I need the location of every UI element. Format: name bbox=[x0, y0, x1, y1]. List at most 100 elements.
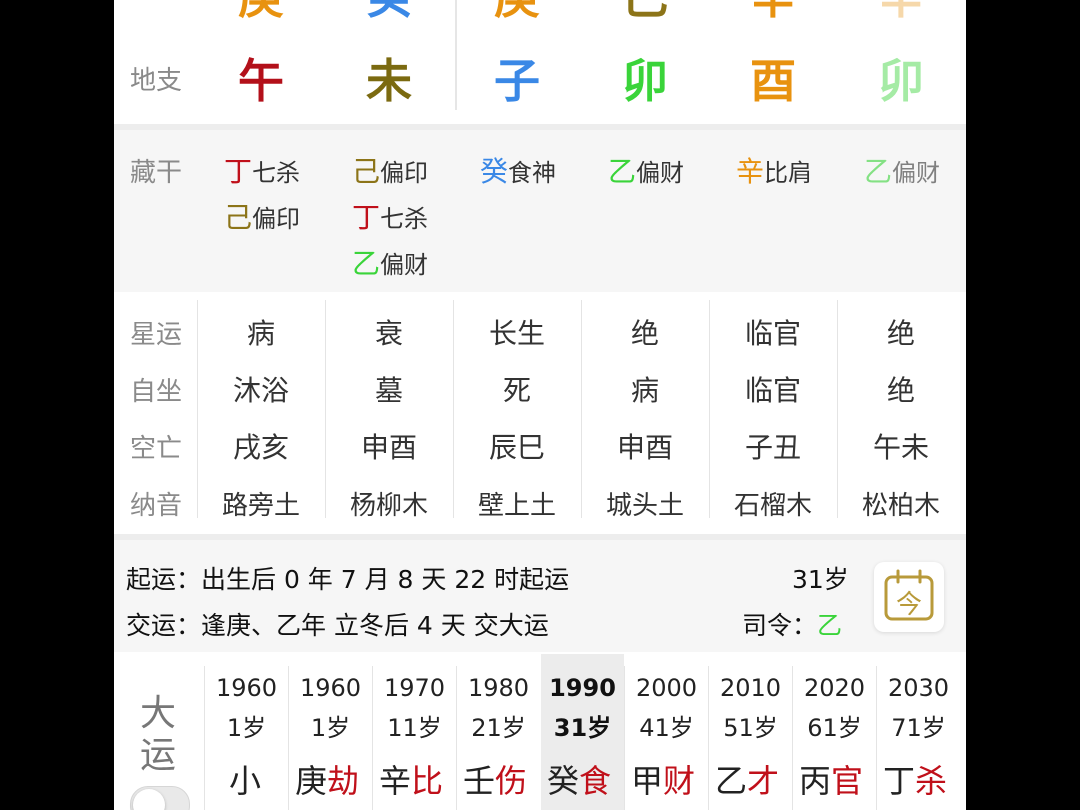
zizuo-cell: 沐浴 bbox=[232, 374, 289, 407]
dayun-age: 31岁 bbox=[553, 714, 612, 742]
dizhi-section: 庚 癸 庚 己 辛 辛 地支 午 未 子 卯 酉 卯 bbox=[114, 0, 966, 128]
bazi-panel: 庚 癸 庚 己 辛 辛 地支 午 未 子 卯 酉 卯 藏干 丁七杀 己偏印 己偏… bbox=[114, 0, 966, 810]
xingyun-cell: 绝 bbox=[886, 317, 915, 350]
dayun-section: 大 运 1960 1岁 小 1960 1岁 庚劫 1970 11岁 辛比 198… bbox=[114, 654, 966, 810]
xingyun-cell: 衰 bbox=[374, 317, 403, 350]
siling-label: 司令：乙 bbox=[742, 611, 843, 640]
dayun-column[interactable]: 1970 11岁 辛比 bbox=[373, 654, 456, 810]
zizuo-cell: 病 bbox=[630, 374, 659, 407]
month-stem: 癸 bbox=[325, 0, 453, 20]
dayun-year: 2000 bbox=[635, 674, 698, 702]
kongwang-cell: 戌亥 bbox=[232, 431, 289, 464]
dayun-column-selected[interactable]: 1990 31岁 癸食 bbox=[541, 654, 624, 810]
dayun-column[interactable]: 2020 61岁 丙官 bbox=[793, 654, 876, 810]
day-branch: 子 bbox=[494, 54, 540, 108]
kongwang-cell: 辰巳 bbox=[488, 431, 545, 464]
dayun-column[interactable]: 2000 41岁 甲财 bbox=[625, 654, 708, 810]
liuyue-branch: 卯 bbox=[878, 54, 924, 108]
dayun-column[interactable]: 1980 21岁 壬伤 bbox=[457, 654, 540, 810]
dayun-age: 11岁 bbox=[387, 714, 442, 742]
liunian-branch: 酉 bbox=[750, 54, 796, 108]
dayun-age: 51岁 bbox=[723, 714, 778, 742]
dayun-column[interactable]: 2030 71岁 丁杀 bbox=[877, 654, 960, 810]
canggan-item: 乙偏财 bbox=[608, 155, 685, 188]
month-branch: 未 bbox=[366, 54, 412, 108]
dayun-toggle[interactable] bbox=[130, 786, 190, 810]
kongwang-cell: 申酉 bbox=[616, 431, 673, 464]
year-branch: 午 bbox=[238, 54, 284, 108]
hour-stem: 己 bbox=[581, 0, 709, 20]
dayun-year: 1970 bbox=[383, 674, 446, 702]
canggan-item: 癸食神 bbox=[480, 155, 557, 188]
dayun-age: 1岁 bbox=[226, 714, 267, 742]
dayun-ganzhi: 壬伤 bbox=[463, 762, 528, 800]
canggan-item: 乙偏财 bbox=[864, 155, 941, 188]
canggan-item: 己偏印 bbox=[224, 201, 301, 234]
nayin-cell: 石榴木 bbox=[733, 491, 812, 521]
zizuo-cell: 墓 bbox=[374, 374, 403, 407]
dayun-age: 1岁 bbox=[310, 714, 351, 742]
row-label-kongwang: 空亡 bbox=[130, 434, 183, 464]
row-label-xingyun: 星运 bbox=[130, 320, 183, 350]
dayun-column[interactable]: 1960 1岁 庚劫 bbox=[289, 654, 372, 810]
xingyun-cell: 临官 bbox=[744, 317, 801, 350]
dayun-ganzhi: 癸食 bbox=[547, 762, 612, 800]
kongwang-cell: 午未 bbox=[872, 431, 929, 464]
dayun-ganzhi: 丁杀 bbox=[883, 762, 948, 800]
row-label-nayin: 纳音 bbox=[130, 491, 183, 521]
day-stem: 庚 bbox=[453, 0, 581, 20]
nayin-cell: 壁上土 bbox=[477, 491, 556, 521]
nayin-cell: 路旁土 bbox=[221, 491, 300, 521]
kongwang-cell: 申酉 bbox=[360, 431, 417, 464]
nayin-cell: 松柏木 bbox=[861, 491, 940, 521]
dayun-year: 2030 bbox=[887, 674, 950, 702]
dayun-age: 71岁 bbox=[891, 714, 946, 742]
dayun-ganzhi: 乙才 bbox=[715, 762, 780, 800]
dayun-year: 1990 bbox=[549, 674, 616, 702]
jiaoyun-text: 交运：逢庚、乙年 立冬后 4 天 交大运 bbox=[126, 611, 549, 640]
dayun-year: 2020 bbox=[803, 674, 866, 702]
canggan-item: 丁七杀 bbox=[352, 201, 429, 234]
today-button-label: 今 bbox=[895, 590, 922, 620]
xingyun-cell: 长生 bbox=[488, 317, 545, 350]
zizuo-cell: 临官 bbox=[744, 374, 801, 407]
canggan-item: 辛比肩 bbox=[736, 155, 813, 188]
xingyun-cell: 绝 bbox=[630, 317, 659, 350]
row-label-zizuo: 自坐 bbox=[130, 377, 183, 407]
dayun-column[interactable]: 2010 51岁 乙才 bbox=[709, 654, 792, 810]
dayun-ganzhi: 小 bbox=[229, 762, 262, 800]
dayun-year: 1960 bbox=[215, 674, 278, 702]
dayun-ganzhi: 丙官 bbox=[799, 762, 864, 800]
pillar-divider bbox=[455, 0, 457, 110]
zizuo-cell: 绝 bbox=[886, 374, 915, 407]
siling-value: 乙 bbox=[817, 611, 843, 640]
today-button[interactable]: 今 bbox=[874, 562, 944, 632]
current-age: 31岁 bbox=[792, 565, 849, 594]
liuyue-stem: 辛 bbox=[837, 0, 965, 20]
dayun-age: 61岁 bbox=[807, 714, 862, 742]
canggan-section: 藏干 丁七杀 己偏印 己偏印 丁七杀 乙偏财 癸食神 乙偏财 辛比肩 乙偏财 bbox=[114, 130, 966, 292]
dayun-label-bottom: 运 bbox=[140, 735, 177, 776]
year-stem: 庚 bbox=[197, 0, 325, 20]
dayun-ganzhi: 庚劫 bbox=[295, 762, 360, 800]
nayin-cell: 城头土 bbox=[605, 491, 684, 521]
canggan-item: 乙偏财 bbox=[352, 247, 429, 280]
dayun-column[interactable]: 1960 1岁 小 bbox=[205, 654, 288, 810]
dayun-year: 1960 bbox=[299, 674, 362, 702]
dayun-age: 41岁 bbox=[639, 714, 694, 742]
dayun-ganzhi: 甲财 bbox=[631, 762, 696, 800]
canggan-item: 丁七杀 bbox=[224, 155, 301, 188]
dayun-year: 2010 bbox=[719, 674, 782, 702]
liunian-stem: 辛 bbox=[709, 0, 837, 20]
nayin-cell: 杨柳木 bbox=[349, 491, 428, 521]
canggan-item: 己偏印 bbox=[352, 155, 429, 188]
toggle-knob bbox=[133, 789, 165, 810]
dayun-year: 1980 bbox=[467, 674, 530, 702]
info-grid: 星运 病 衰 长生 绝 临官 绝 自坐 沐浴 墓 死 病 临官 绝 空亡 戌亥 … bbox=[114, 292, 966, 534]
canggan-label: 藏干 bbox=[130, 158, 183, 188]
zizuo-cell: 死 bbox=[502, 374, 531, 407]
xingyun-cell: 病 bbox=[246, 317, 275, 350]
kongwang-cell: 子丑 bbox=[744, 431, 801, 464]
qiyun-section: 起运：出生后 0 年 7 月 8 天 22 时起运 31岁 交运：逢庚、乙年 立… bbox=[114, 540, 966, 652]
dayun-age: 21岁 bbox=[471, 714, 526, 742]
